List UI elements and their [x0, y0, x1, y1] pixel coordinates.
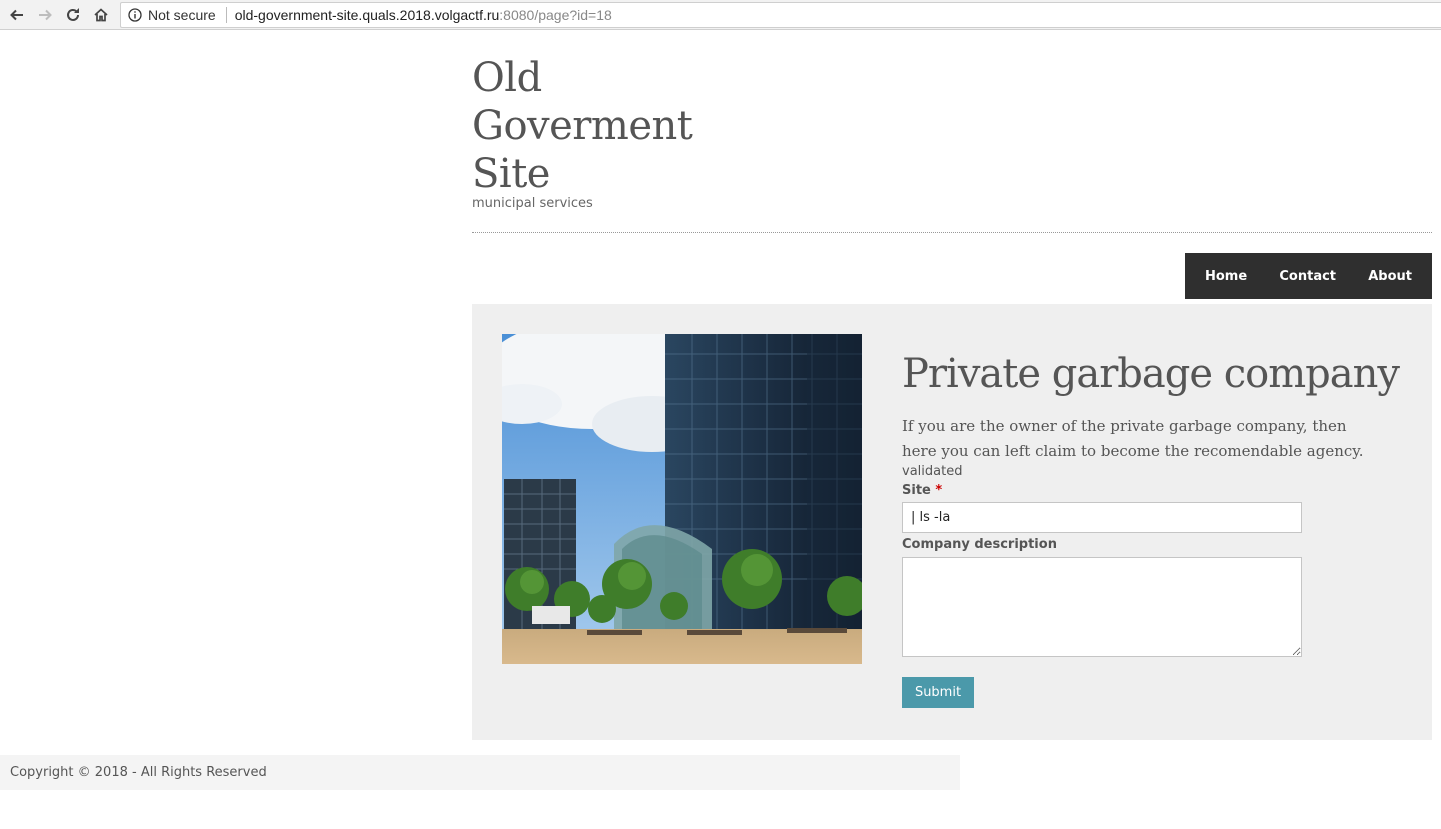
- forward-arrow-icon[interactable]: [34, 4, 56, 26]
- address-bar[interactable]: Not secure old-government-site.quals.201…: [120, 2, 1441, 28]
- site-input[interactable]: [902, 502, 1302, 533]
- office-buildings-photo: [502, 334, 862, 664]
- site-title[interactable]: Old Goverment Site: [472, 54, 732, 198]
- company-description-textarea[interactable]: [902, 557, 1302, 657]
- page-intro: If you are the owner of the private garb…: [902, 417, 1364, 460]
- validation-status: validated: [902, 464, 963, 479]
- url-path: :8080/page?id=18: [499, 7, 612, 23]
- browser-toolbar: Not secure old-government-site.quals.201…: [0, 0, 1441, 30]
- page-footer: Copyright © 2018 - All Rights Reserved: [0, 755, 960, 790]
- required-marker: *: [935, 483, 943, 498]
- description-field-label: Company description: [902, 537, 1057, 552]
- site-label-text: Site: [902, 483, 931, 498]
- security-status[interactable]: Not secure: [148, 7, 216, 23]
- claim-form: Site * Company description Submit: [902, 483, 1402, 708]
- menu-item-contact[interactable]: Contact: [1279, 269, 1336, 284]
- home-icon[interactable]: [90, 4, 112, 26]
- claim-panel: Private garbage company If you are the o…: [902, 348, 1402, 708]
- reload-icon[interactable]: [62, 4, 84, 26]
- site-branding: Old Goverment Site municipal services: [472, 54, 732, 211]
- info-icon[interactable]: [128, 8, 142, 22]
- menu-item-home[interactable]: Home: [1205, 269, 1247, 284]
- site-field-label: Site *: [902, 483, 1402, 498]
- header-divider: [472, 232, 1432, 233]
- address-separator: [225, 7, 227, 23]
- menu-item-about[interactable]: About: [1368, 269, 1412, 284]
- copyright-text: Copyright © 2018 - All Rights Reserved: [10, 765, 267, 780]
- url-host: old-government-site.quals.2018.volgactf.…: [234, 7, 500, 23]
- main-menu: Home Contact About: [1185, 253, 1432, 299]
- site-tagline: municipal services: [472, 196, 593, 211]
- submit-button[interactable]: Submit: [902, 677, 974, 708]
- main-content: Private garbage company If you are the o…: [472, 304, 1432, 740]
- page-heading: Private garbage company: [902, 351, 1400, 397]
- back-arrow-icon[interactable]: [6, 4, 28, 26]
